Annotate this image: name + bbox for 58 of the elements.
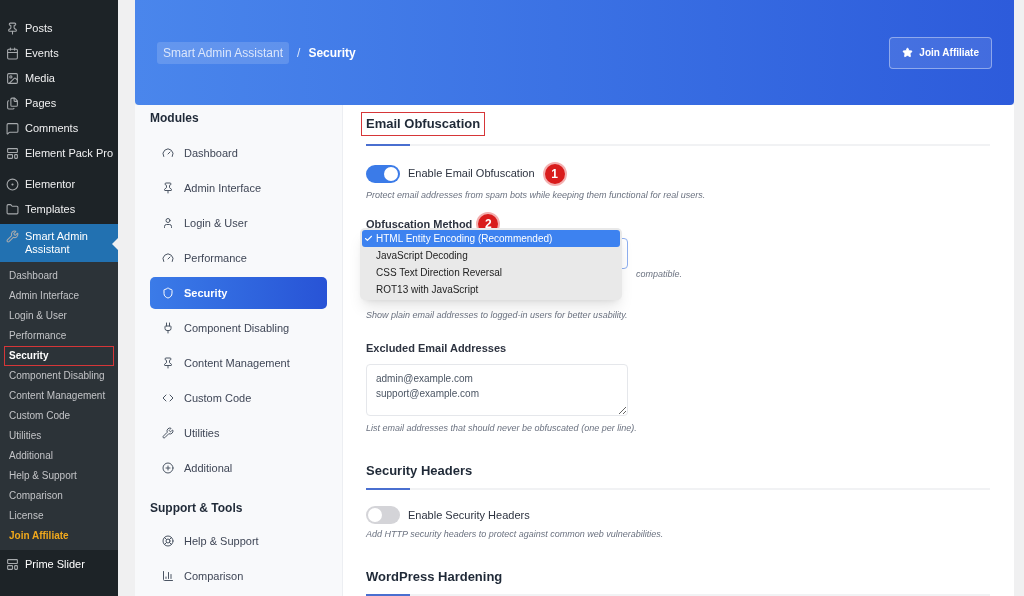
join-affiliate-button[interactable]: Join Affiliate bbox=[889, 36, 992, 69]
admin-submenu-item[interactable]: Custom Code bbox=[4, 406, 114, 426]
module-item[interactable]: Content Management bbox=[150, 347, 327, 379]
breadcrumb-current: Security bbox=[308, 44, 356, 62]
admin-menu-item[interactable]: Posts bbox=[0, 16, 118, 41]
toggle-label: Enable Security Headers bbox=[408, 507, 530, 523]
admin-submenu-item[interactable]: Component Disabling bbox=[4, 366, 114, 386]
module-item[interactable]: Dashboard bbox=[150, 137, 327, 169]
toggle-label: Enable Email Obfuscation bbox=[408, 166, 535, 182]
admin-submenu-item[interactable]: Security bbox=[4, 346, 114, 366]
section-title: Security Headers bbox=[366, 461, 473, 480]
admin-submenu-item[interactable]: Join Affiliate bbox=[4, 526, 114, 546]
number-marker: 1 bbox=[542, 161, 567, 186]
module-item[interactable]: Comparison bbox=[150, 560, 327, 592]
admin-menu-item[interactable]: Events bbox=[0, 41, 118, 66]
admin-menu-item[interactable]: Elementor bbox=[0, 172, 118, 197]
admin-submenu-item[interactable]: Additional bbox=[4, 446, 114, 466]
dropdown-option[interactable]: HTML Entity Encoding (Recommended) bbox=[362, 230, 620, 247]
module-item[interactable]: Performance bbox=[150, 242, 327, 274]
module-item[interactable]: Login & User bbox=[150, 207, 327, 239]
admin-submenu-item[interactable]: Admin Interface bbox=[4, 286, 114, 306]
help-text: Add HTTP security headers to protect against common web vulnerabilities. bbox=[366, 528, 665, 541]
dropdown-option[interactable]: JavaScript Decoding bbox=[362, 247, 620, 264]
help-text: List email addresses that should never be obfuscated (one per line). bbox=[366, 422, 638, 435]
module-item[interactable]: Utilities bbox=[150, 417, 327, 449]
admin-menu-item[interactable]: Smart Admin Assistant bbox=[0, 224, 118, 262]
admin-menu-item[interactable]: Templates bbox=[0, 197, 118, 222]
field-label: Excluded Email Addresses bbox=[366, 340, 508, 356]
module-item[interactable]: Admin Interface bbox=[150, 172, 327, 204]
breadcrumb-separator: / bbox=[297, 44, 301, 62]
module-item[interactable]: Component Disabling bbox=[150, 312, 327, 344]
module-item[interactable]: Security bbox=[150, 277, 327, 309]
dropdown-option[interactable]: ROT13 with JavaScript bbox=[362, 281, 620, 298]
group-title: Modules bbox=[150, 110, 200, 127]
admin-submenu-item[interactable]: Dashboard bbox=[4, 266, 114, 286]
admin-submenu-item[interactable]: Performance bbox=[4, 326, 114, 346]
admin-menu-item[interactable]: Pages bbox=[0, 91, 118, 116]
dropdown-option[interactable]: CSS Text Direction Reversal bbox=[362, 264, 620, 281]
admin-submenu-item[interactable]: Login & User bbox=[4, 306, 114, 326]
admin-menu-item[interactable]: Media bbox=[0, 66, 118, 91]
admin-submenu-item[interactable]: Utilities bbox=[4, 426, 114, 446]
help-text: compatible. bbox=[636, 267, 683, 281]
module-item[interactable]: Custom Code bbox=[150, 382, 327, 414]
help-text: Show plain email addresses to logged-in users for better usability. bbox=[366, 309, 629, 322]
email-textarea[interactable]: admin@example.com support@example.com bbox=[366, 364, 628, 416]
admin-submenu-item[interactable]: License bbox=[4, 506, 114, 526]
module-item[interactable]: Help & Support bbox=[150, 525, 327, 557]
section-title: Email Obfuscation bbox=[361, 112, 486, 136]
section-title: WordPress Hardening bbox=[366, 567, 503, 586]
group-title: Support & Tools bbox=[150, 500, 244, 517]
admin-menu-item[interactable]: Element Pack Pro bbox=[0, 141, 118, 166]
help-text: Protect email addresses from spam bots while keeping them functional for real users. bbox=[366, 188, 707, 202]
admin-submenu-item[interactable]: Content Management bbox=[4, 386, 114, 406]
admin-submenu-item[interactable]: Comparison bbox=[4, 486, 114, 506]
admin-submenu-item[interactable]: Help & Support bbox=[4, 466, 114, 486]
field-label: Obfuscation Method bbox=[366, 216, 473, 232]
module-item[interactable]: Additional bbox=[150, 452, 327, 484]
admin-menu-item[interactable]: Comments bbox=[0, 116, 118, 141]
